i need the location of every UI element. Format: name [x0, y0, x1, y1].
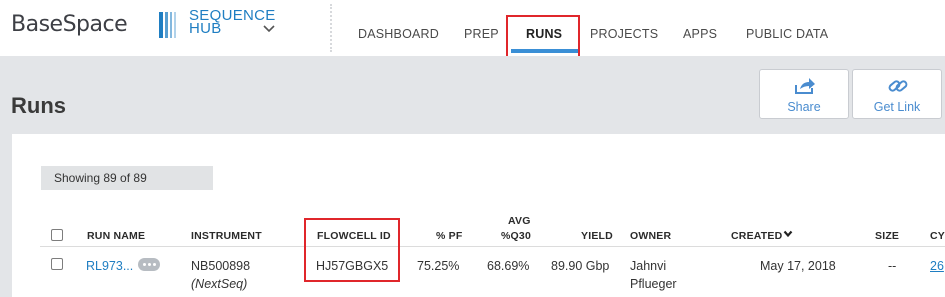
cycles-link[interactable]: 26: [930, 259, 944, 273]
col-owner[interactable]: OWNER: [630, 230, 671, 242]
yield-value: 89.90 Gbp: [551, 259, 610, 273]
app-header: BaseSpace SEQUENCE HUB DASHBOARD PREP RU…: [0, 0, 945, 56]
results-count: Showing 89 of 89: [41, 166, 213, 190]
select-all-checkbox[interactable]: [51, 229, 63, 241]
q30-value: 68.69%: [487, 259, 530, 273]
basespace-logo[interactable]: BaseSpace: [11, 12, 128, 37]
runs-tab-highlight-box: [506, 15, 580, 62]
instrument-value: NB500898: [191, 259, 251, 273]
sort-desc-icon[interactable]: [783, 230, 793, 238]
instrument-type: (NextSeq): [191, 277, 248, 291]
flowcell-highlight-box: [304, 218, 400, 282]
row-checkbox[interactable]: [51, 258, 63, 270]
nav-public-data[interactable]: PUBLIC DATA: [746, 27, 828, 41]
get-link-button[interactable]: Get Link: [852, 69, 942, 119]
page-title: Runs: [11, 93, 66, 118]
hub-logo-icon: [159, 12, 177, 38]
col-pf[interactable]: % PF: [436, 230, 462, 242]
more-icon[interactable]: [138, 258, 160, 271]
col-instrument[interactable]: INSTRUMENT: [191, 230, 262, 242]
share-label: Share: [787, 100, 821, 114]
col-yield[interactable]: YIELD: [581, 230, 613, 242]
get-link-label: Get Link: [873, 100, 921, 114]
col-run-name[interactable]: RUN NAME: [87, 230, 145, 242]
col-q30-line2[interactable]: %Q30: [501, 230, 531, 242]
owner-last: Pflueger: [630, 277, 677, 291]
col-q30-line1[interactable]: AVG: [508, 215, 531, 227]
nav-projects[interactable]: PROJECTS: [590, 27, 658, 41]
created-value: May 17, 2018: [760, 259, 836, 273]
nav-apps[interactable]: APPS: [683, 27, 717, 41]
share-button[interactable]: Share: [759, 69, 849, 119]
share-icon: [795, 78, 815, 94]
pf-value: 75.25%: [417, 259, 460, 273]
header-row-divider: [40, 246, 945, 247]
size-value: --: [888, 259, 897, 273]
col-created[interactable]: CREATED: [731, 230, 782, 242]
col-cy[interactable]: CY: [930, 230, 945, 242]
chevron-down-icon[interactable]: [262, 24, 276, 34]
nav-dashboard[interactable]: DASHBOARD: [358, 27, 439, 41]
run-name-link[interactable]: RL973...: [86, 259, 133, 273]
owner-first: Jahnvi: [630, 259, 667, 273]
link-icon: [888, 80, 908, 92]
nav-prep[interactable]: PREP: [464, 27, 499, 41]
header-divider: [330, 4, 332, 52]
col-size[interactable]: SIZE: [875, 230, 899, 242]
